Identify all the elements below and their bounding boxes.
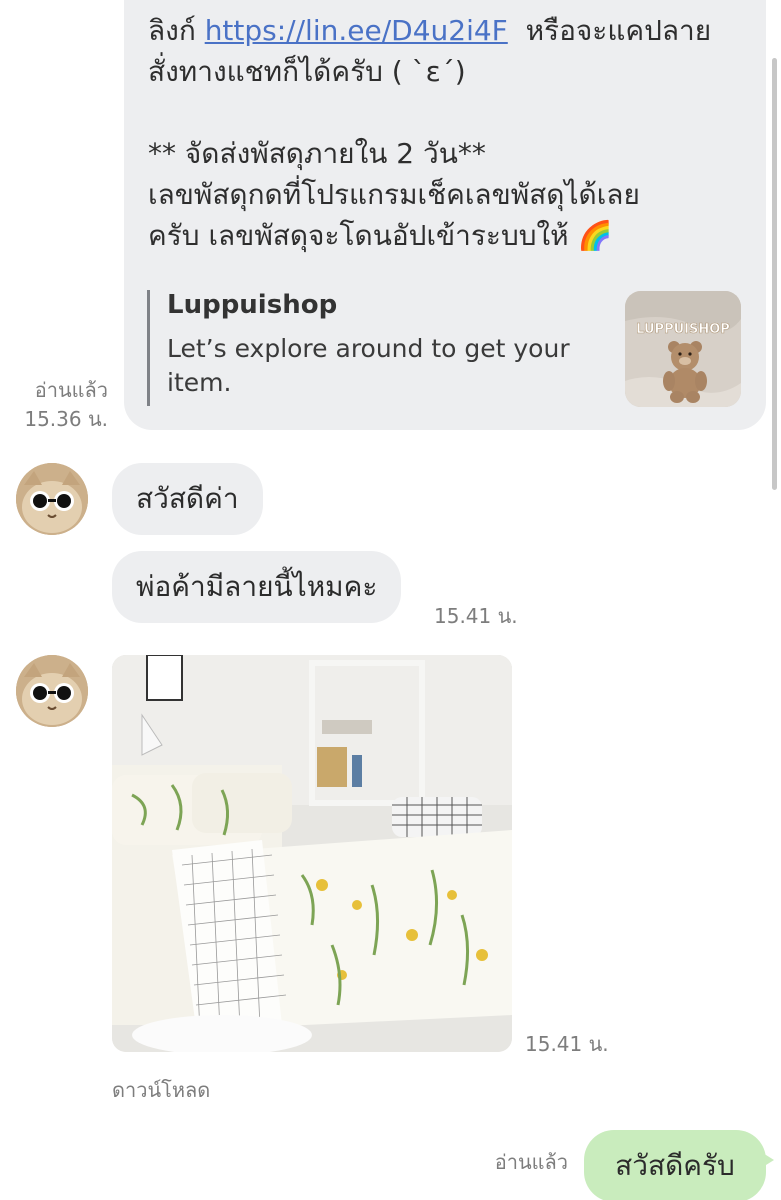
shop-link[interactable]: https://lin.ee/D4u2i4F <box>205 14 508 47</box>
link-preview-bar <box>147 290 150 406</box>
outgoing-message-last[interactable]: สวัสดีครับ <box>584 1130 766 1200</box>
svg-text:LUPPUISHOP: LUPPUISHOP <box>636 322 730 337</box>
link-preview-title[interactable]: Luppuishop <box>167 290 337 320</box>
bedroom-image <box>112 655 512 1052</box>
message-2-timestamp: 15.41 น. <box>434 604 518 628</box>
cat-sunglasses-icon <box>16 463 88 535</box>
link-preview-thumbnail[interactable]: LUPPUISHOP <box>625 291 741 407</box>
contact-avatar[interactable] <box>16 655 88 727</box>
card-timestamp: 15.36 น. <box>24 407 108 431</box>
bedding-photo[interactable] <box>112 655 512 1052</box>
card-line-3: ** จัดส่งพัสดุภายใน 2 วัน** <box>148 137 486 170</box>
card-line-5: ครับ เลขพัสดุจะโดนอัปเข้าระบบให้ 🌈 <box>148 219 613 252</box>
incoming-message-1[interactable]: สวัสดีค่า <box>112 463 263 535</box>
scrollbar-thumb[interactable] <box>772 58 777 490</box>
contact-avatar[interactable] <box>16 463 88 535</box>
card-line-1-suffix: หรือจะแคปลาย <box>507 14 712 47</box>
card-line-4: เลขพัสดุกดที่โปรแกรมเช็คเลขพัสดุได้เลย <box>148 178 640 211</box>
card-line-1-prefix: ลิงก์ <box>148 14 205 47</box>
last-read-status: อ่านแล้ว <box>494 1150 568 1174</box>
bear-logo-image: LUPPUISHOP <box>625 291 741 407</box>
incoming-message-2[interactable]: พ่อค้ามีลายนี้ไหมคะ <box>112 551 402 623</box>
link-preview-description[interactable]: Let’s explore around to get your item. <box>167 332 587 400</box>
photo-timestamp: 15.41 น. <box>525 1032 609 1056</box>
cat-sunglasses-icon <box>16 655 88 727</box>
download-link[interactable]: ดาวน์โหลด <box>112 1074 210 1106</box>
outgoing-card-text: ลิงก์ https://lin.ee/D4u2i4F หรือจะแคปลา… <box>148 10 748 256</box>
outgoing-bubble-tail <box>758 1150 774 1170</box>
card-line-2: สั่งทางแชทก็ได้ครับ ( `ε´) <box>148 55 466 88</box>
card-read-status: อ่านแล้ว <box>34 378 108 402</box>
chat-screen: ลิงก์ https://lin.ee/D4u2i4F หรือจะแคปลา… <box>0 0 781 1200</box>
